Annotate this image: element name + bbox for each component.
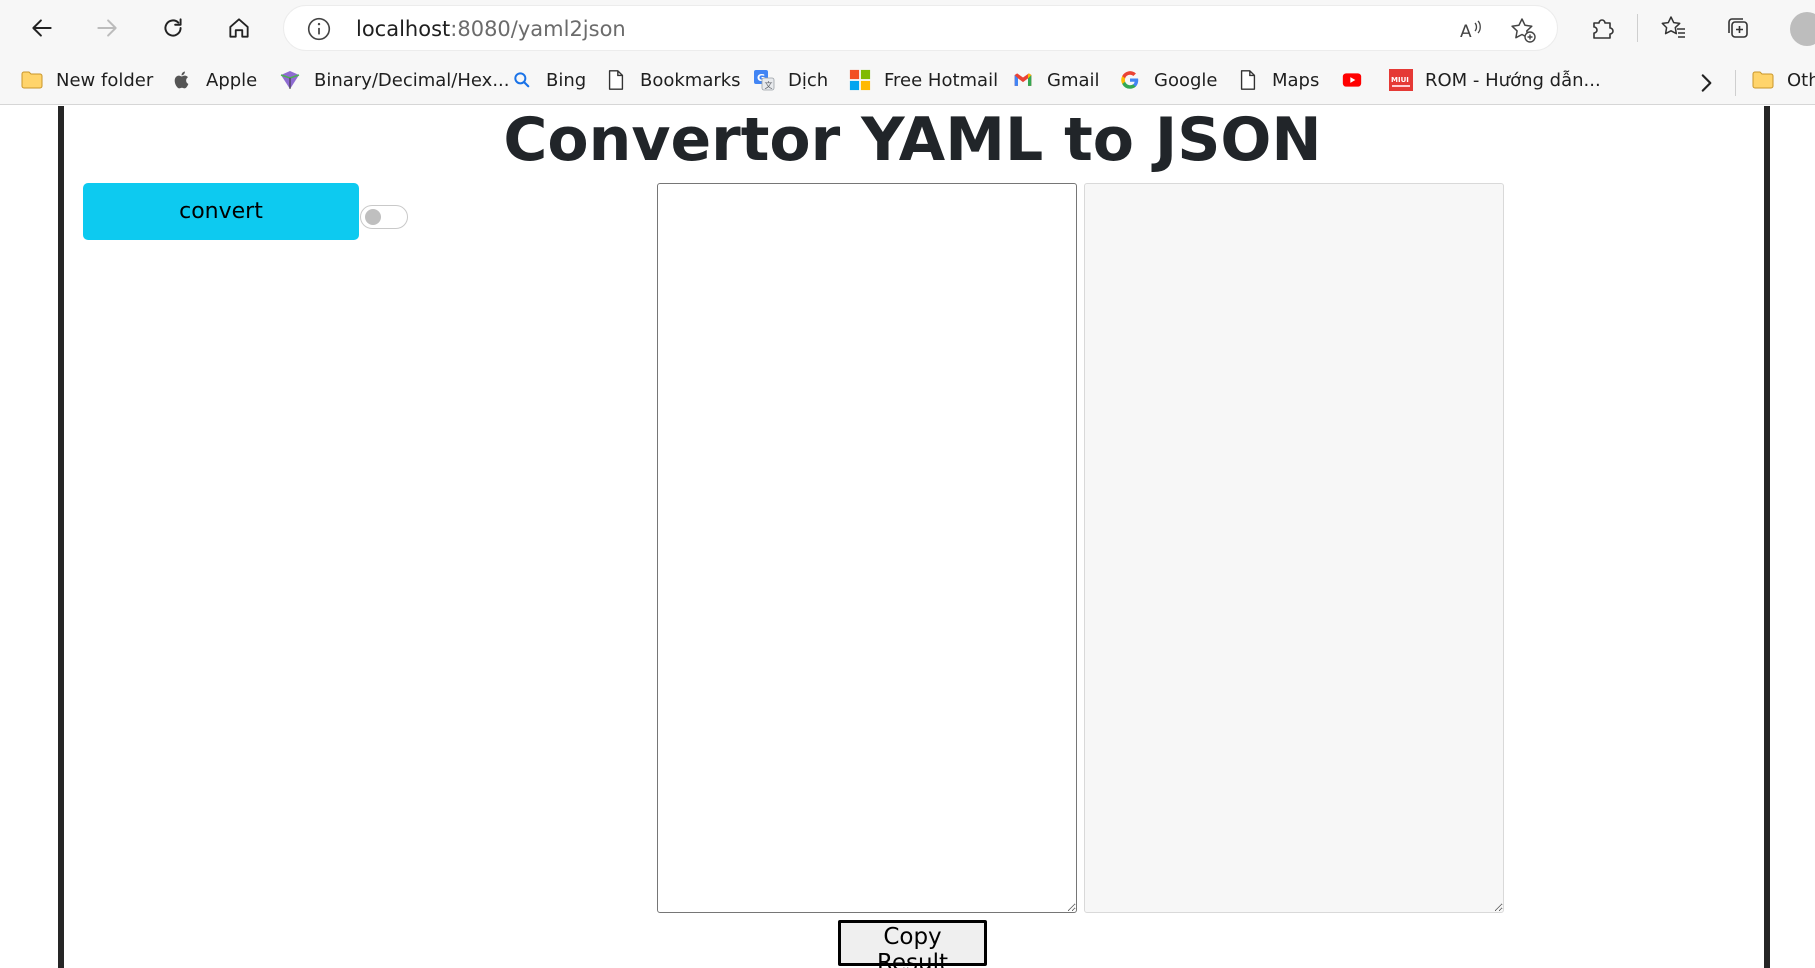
back-arrow-icon bbox=[32, 19, 52, 37]
convert-button[interactable]: convert bbox=[83, 183, 359, 240]
bookmark-binary-decimal-hex[interactable]: Binary/Decimal/Hex... bbox=[278, 64, 509, 96]
bookmarks-divider bbox=[1735, 70, 1736, 96]
folder-icon bbox=[20, 68, 44, 92]
bookmark-gmail[interactable]: Gmail bbox=[1011, 64, 1100, 96]
bookmark-label: Binary/Decimal/Hex... bbox=[314, 69, 510, 91]
svg-text:MIUI: MIUI bbox=[1391, 76, 1409, 84]
google-icon bbox=[1118, 68, 1142, 92]
browser-toolbar: localhost:8080/yaml2json A bbox=[0, 0, 1815, 56]
bookmark-label: Dịch bbox=[788, 69, 829, 91]
toggle-knob bbox=[365, 209, 381, 225]
translate-icon: G文 bbox=[752, 68, 776, 92]
refresh-button[interactable] bbox=[153, 8, 193, 48]
youtube-icon bbox=[1340, 68, 1364, 92]
bookmark-rom-huong-dan[interactable]: MIUI ROM - Hướng dẫn... bbox=[1389, 64, 1601, 96]
page-icon bbox=[1236, 68, 1260, 92]
bookmark-youtube[interactable] bbox=[1340, 64, 1376, 96]
bookmark-free-hotmail[interactable]: Free Hotmail bbox=[848, 64, 998, 96]
bookmark-label: New folder bbox=[56, 69, 154, 91]
folder-icon bbox=[1751, 68, 1775, 92]
bookmark-new-folder[interactable]: New folder bbox=[20, 64, 153, 96]
puzzle-icon bbox=[1593, 19, 1614, 39]
collections-button[interactable] bbox=[1722, 12, 1754, 44]
page-viewport: Convertor YAML to JSON convert Copy Resu… bbox=[0, 106, 1815, 968]
info-icon[interactable] bbox=[306, 16, 332, 42]
calculator-icon bbox=[278, 68, 302, 92]
bookmark-label: Bing bbox=[546, 69, 587, 91]
back-button[interactable] bbox=[22, 8, 62, 48]
page-icon bbox=[604, 68, 628, 92]
page-title: Convertor YAML to JSON bbox=[503, 106, 1322, 175]
chevron-right-icon[interactable] bbox=[1693, 70, 1719, 96]
bookmark-label: Bookmarks bbox=[640, 69, 741, 91]
url-host: localhost bbox=[356, 17, 451, 41]
profile-avatar[interactable] bbox=[1790, 12, 1815, 46]
add-favorite-icon[interactable] bbox=[1509, 16, 1537, 44]
forward-arrow-icon bbox=[97, 19, 117, 37]
svg-text:A: A bbox=[1460, 22, 1472, 42]
read-aloud-icon[interactable]: A bbox=[1457, 16, 1485, 44]
bookmark-apple[interactable]: Apple bbox=[170, 64, 257, 96]
bookmark-dich[interactable]: G文 Dịch bbox=[752, 64, 828, 96]
svg-text:文: 文 bbox=[765, 80, 773, 90]
yaml-input-textarea[interactable] bbox=[657, 183, 1077, 913]
bookmark-google[interactable]: Google bbox=[1118, 64, 1217, 96]
favorites-icon bbox=[1661, 16, 1685, 38]
extensions-button[interactable] bbox=[1586, 12, 1618, 44]
home-icon bbox=[229, 18, 249, 38]
copy-result-button[interactable]: Copy Result bbox=[838, 920, 987, 968]
bookmark-label: Oth bbox=[1787, 69, 1815, 91]
apple-icon bbox=[170, 68, 194, 92]
bookmark-label: Maps bbox=[1272, 69, 1320, 91]
forward-button[interactable] bbox=[87, 8, 127, 48]
refresh-icon bbox=[164, 18, 182, 37]
bookmark-label: Google bbox=[1154, 69, 1218, 91]
bookmark-label: Gmail bbox=[1047, 69, 1100, 91]
bookmarks-bar: New folder Apple Binary/Decimal/Hex... B… bbox=[0, 56, 1815, 105]
collections-icon bbox=[1728, 18, 1748, 38]
json-output-textarea[interactable] bbox=[1084, 183, 1504, 913]
url-path: :8080/yaml2json bbox=[450, 17, 626, 41]
favorites-button[interactable] bbox=[1658, 12, 1690, 44]
bookmark-label: Apple bbox=[206, 69, 258, 91]
toolbar-divider bbox=[1637, 14, 1638, 42]
bookmark-label: ROM - Hướng dẫn... bbox=[1425, 69, 1601, 91]
url-text[interactable]: localhost:8080/yaml2json bbox=[356, 17, 626, 41]
bookmark-other-favorites[interactable]: Oth bbox=[1751, 64, 1815, 96]
home-button[interactable] bbox=[219, 8, 259, 48]
bookmark-label: Free Hotmail bbox=[884, 69, 999, 91]
search-icon bbox=[510, 68, 534, 92]
miui-icon: MIUI bbox=[1389, 68, 1413, 92]
address-bar[interactable]: localhost:8080/yaml2json A bbox=[283, 5, 1558, 51]
bookmark-maps[interactable]: Maps bbox=[1236, 64, 1319, 96]
bookmark-bing[interactable]: Bing bbox=[510, 64, 586, 96]
bookmark-bookmarks[interactable]: Bookmarks bbox=[604, 64, 741, 96]
microsoft-icon bbox=[848, 68, 872, 92]
mode-toggle-switch[interactable] bbox=[360, 205, 408, 229]
gmail-icon bbox=[1011, 68, 1035, 92]
